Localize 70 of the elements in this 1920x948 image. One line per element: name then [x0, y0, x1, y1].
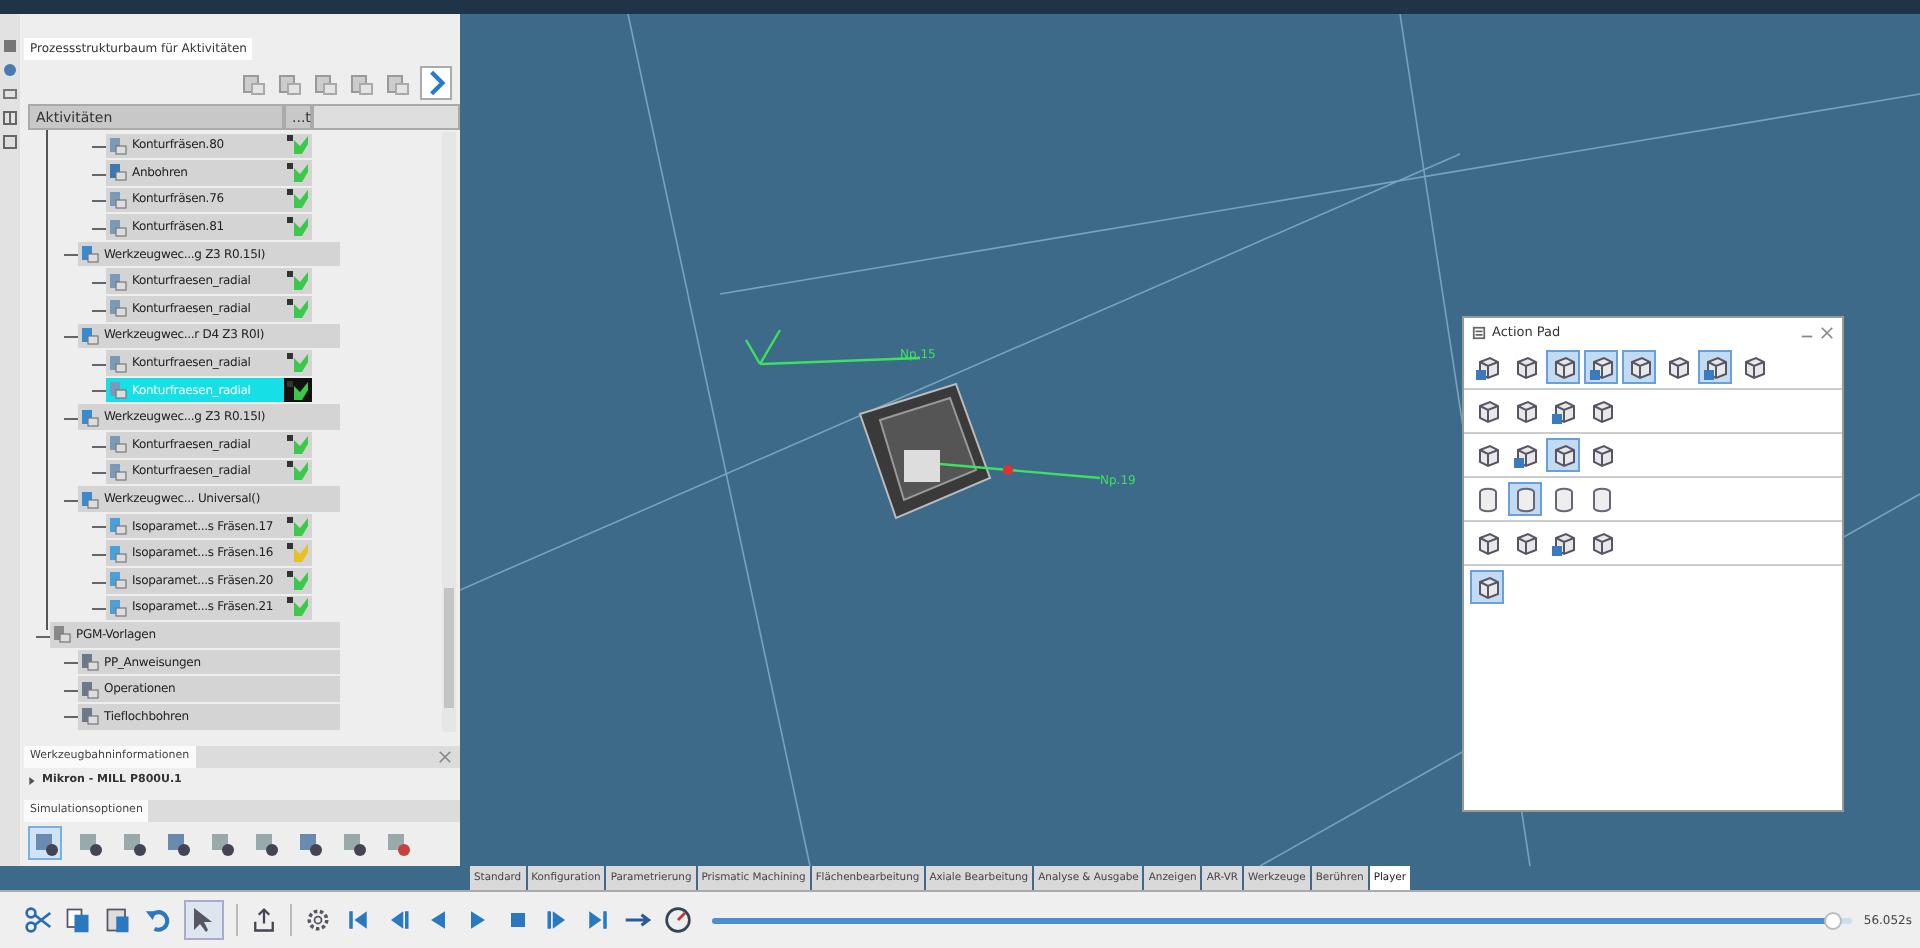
tool-icon: [108, 217, 128, 238]
machined-part-drawing[interactable]: [858, 382, 1101, 520]
action-pad-button[interactable]: [1470, 570, 1504, 604]
status-icon: [286, 515, 310, 538]
tool-icon: [108, 597, 128, 618]
status-icon: [286, 433, 310, 456]
close-icon[interactable]: [438, 750, 452, 764]
tool-icon: [108, 271, 128, 292]
settings-icon[interactable]: [304, 906, 332, 934]
paste-icon[interactable]: [104, 906, 132, 934]
close-icon[interactable]: [1820, 325, 1834, 339]
cylinder-icon: [1473, 485, 1501, 513]
status-icon: [286, 596, 310, 619]
tool-icon: [80, 489, 100, 510]
tool-icon: [108, 570, 128, 591]
simulation-tool-button[interactable]: [28, 826, 62, 860]
cylinder-icon: [1511, 485, 1539, 513]
timeline-slider[interactable]: [712, 917, 1852, 923]
status-icon: [286, 270, 310, 293]
status-icon: [286, 216, 310, 239]
action-pad-button[interactable]: [1698, 350, 1732, 384]
status-icon: [286, 379, 310, 402]
status-icon: [286, 188, 310, 211]
chevron-right-icon: [427, 70, 445, 96]
tool-icon: [75, 829, 103, 857]
skip-to-end-icon[interactable]: [584, 906, 612, 934]
expand-arrow-icon[interactable]: [28, 775, 36, 785]
tool-icon: [108, 298, 128, 319]
tool-icon: [108, 162, 128, 183]
cylinder-icon: [1587, 485, 1615, 513]
status-icon: [286, 297, 310, 320]
tool-icon: [251, 829, 279, 857]
tool-icon: [108, 189, 128, 210]
tool-icon: [80, 325, 100, 346]
tool-icon: [108, 543, 128, 564]
tool-icon: [295, 829, 323, 857]
action-pad-button[interactable]: [1508, 482, 1542, 516]
action-pad-button[interactable]: [1546, 438, 1580, 472]
tool-icon: [108, 461, 128, 482]
tool-icon: [207, 829, 235, 857]
tool-icon: [383, 829, 411, 857]
skip-to-start-icon[interactable]: [344, 906, 372, 934]
tool-icon: [119, 829, 147, 857]
tool-icon: [80, 407, 100, 428]
tool-icon: [339, 829, 367, 857]
action-pad-button[interactable]: [1546, 350, 1580, 384]
tool-icon: [108, 434, 128, 455]
action-pad-button[interactable]: [1584, 350, 1618, 384]
copy-icon[interactable]: [64, 906, 92, 934]
speedometer-icon[interactable]: [664, 906, 692, 934]
action-pad-button[interactable]: [1622, 350, 1656, 384]
tool-icon: [163, 829, 191, 857]
select-tool-button[interactable]: [184, 900, 224, 940]
tool-icon: [108, 135, 128, 156]
expand-button[interactable]: [420, 66, 452, 100]
tool-icon: [108, 380, 128, 401]
tool-icon: [80, 244, 100, 265]
scissors-icon[interactable]: [24, 906, 52, 934]
status-icon: [286, 569, 310, 592]
status-icon: [286, 161, 310, 184]
status-icon: [286, 542, 310, 565]
cylinder-icon: [1549, 485, 1577, 513]
tool-icon: [31, 829, 59, 857]
status-icon: [286, 460, 310, 483]
undo-icon[interactable]: [144, 906, 172, 934]
tool-icon: [108, 353, 128, 374]
tool-icon: [108, 516, 128, 537]
status-icon: [286, 352, 310, 375]
export-icon[interactable]: [250, 906, 278, 934]
status-icon: [286, 134, 310, 157]
